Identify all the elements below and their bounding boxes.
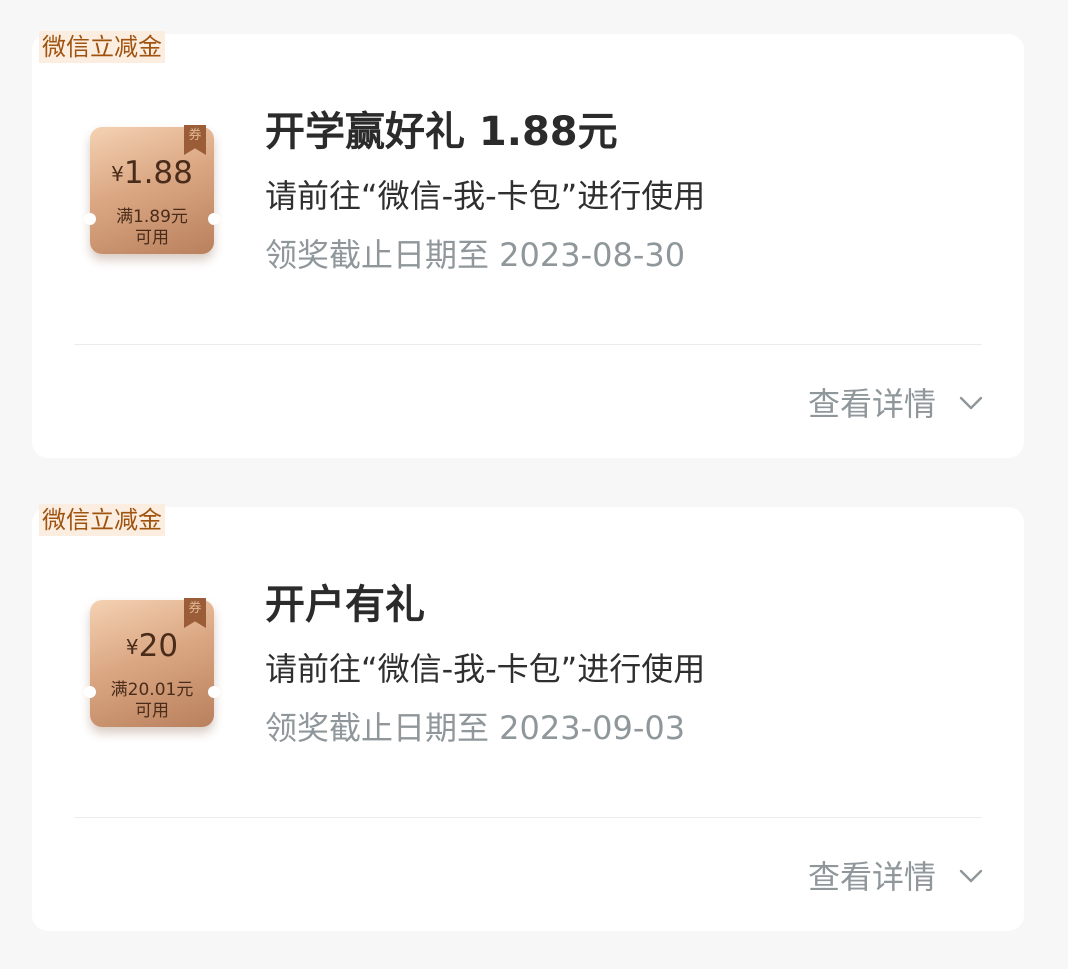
- coupon-icon: 券 ¥1.88 满1.89元 可用: [84, 125, 220, 254]
- chevron-down-icon: [959, 869, 983, 883]
- card-divider: [74, 817, 982, 818]
- coupon-amount: ¥1.88: [90, 155, 214, 191]
- coupon-condition: 满1.89元 可用: [90, 207, 214, 249]
- view-details-label: 查看详情: [807, 858, 936, 896]
- reward-deadline: 领奖截止日期至 2023-08-30: [265, 236, 686, 274]
- chevron-down-icon: [959, 396, 983, 410]
- currency-symbol: ¥: [125, 635, 139, 659]
- coupon-amount-value: 1.88: [123, 155, 193, 191]
- coupon-ribbon-badge: 券: [184, 125, 206, 155]
- coupon-condition-usable: 可用: [135, 701, 169, 721]
- coupon-condition: 满20.01元 可用: [90, 680, 214, 722]
- reward-usage-instruction: 请前往“微信-我-卡包”进行使用: [265, 177, 706, 215]
- currency-symbol: ¥: [111, 162, 124, 186]
- reward-type-tag: 微信立减金: [39, 504, 165, 536]
- reward-type-tag: 微信立减金: [39, 31, 165, 63]
- reward-title: 开户有礼: [265, 582, 425, 628]
- reward-usage-instruction: 请前往“微信-我-卡包”进行使用: [265, 650, 706, 688]
- view-details-button[interactable]: 查看详情: [808, 380, 984, 424]
- coupon-condition-threshold: 满1.89元: [116, 207, 188, 227]
- coupon-condition-threshold: 满20.01元: [110, 680, 194, 700]
- card-divider: [74, 344, 982, 345]
- coupon-amount: ¥20: [90, 628, 214, 664]
- reward-deadline: 领奖截止日期至 2023-09-03: [265, 709, 686, 747]
- reward-title: 开学赢好礼 1.88元: [265, 109, 618, 155]
- coupon-condition-usable: 可用: [135, 228, 169, 248]
- reward-card: 微信立减金 券 ¥1.88 满1.89元 可用 开学赢好礼 1.88元 请前往“…: [32, 31, 1024, 458]
- coupon-icon: 券 ¥20 满20.01元 可用: [84, 598, 220, 727]
- reward-card: 微信立减金 券 ¥20 满20.01元 可用 开户有礼 请前往“微信-我-卡包”…: [32, 504, 1024, 931]
- view-details-button[interactable]: 查看详情: [808, 853, 984, 897]
- coupon-amount-value: 20: [138, 628, 179, 664]
- view-details-label: 查看详情: [807, 385, 936, 423]
- coupon-ribbon-badge: 券: [184, 598, 206, 628]
